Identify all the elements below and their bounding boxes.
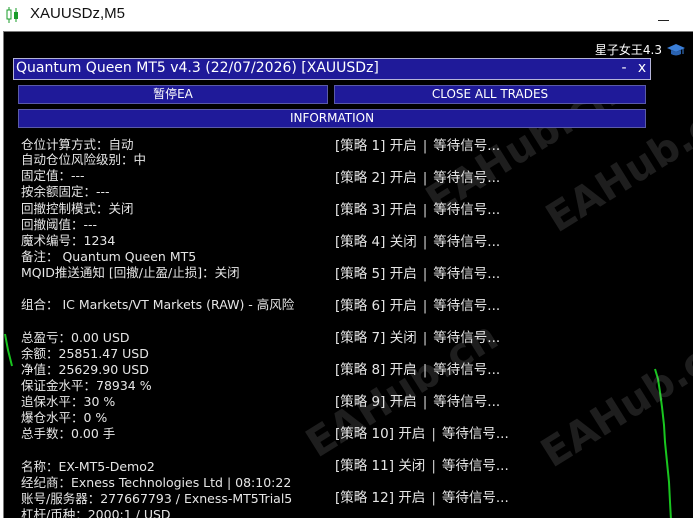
strategy-signal: 等待信号... — [441, 426, 509, 442]
strategy-name: [策略 5] — [335, 266, 386, 282]
price-line-left — [4, 333, 13, 367]
strategy-state: 开启 — [398, 426, 426, 442]
strategy-row: [策略 1] 开启 | 等待信号... — [335, 138, 501, 154]
strategy-name: [策略 2] — [335, 170, 386, 186]
price-line-right — [654, 368, 672, 518]
strategy-state: 开启 — [389, 202, 417, 218]
strategy-name: [策略 7] — [335, 330, 386, 346]
info-mqid-notify: MQID推送通知 [回撤/止盈/止损]：关闭 — [21, 265, 240, 280]
strategy-row: [策略 11] 关闭 | 等待信号... — [335, 458, 509, 474]
strategy-state: 开启 — [389, 394, 417, 410]
strategy-name: [策略 12] — [335, 490, 395, 506]
strategy-signal: 等待信号... — [433, 298, 501, 314]
strategy-state: 开启 — [389, 298, 417, 314]
window-title: XAUUSDz,M5 — [30, 5, 126, 22]
pause-ea-button[interactable]: 暂停EA — [18, 85, 328, 104]
strategy-signal: 等待信号... — [441, 490, 509, 506]
strategy-name: [策略 3] — [335, 202, 386, 218]
panel-minimize-button[interactable]: - — [616, 60, 632, 76]
close-all-trades-button[interactable]: CLOSE ALL TRADES — [334, 85, 646, 104]
strategy-state: 关闭 — [398, 458, 426, 474]
strategy-signal: 等待信号... — [433, 330, 501, 346]
ea-panel-title: Quantum Queen MT5 v4.3 (22/07/2026) [XAU… — [16, 60, 379, 76]
strategy-state: 开启 — [389, 362, 417, 378]
window-titlebar: XAUUSDz,M5 — [0, 0, 693, 30]
panel-close-button[interactable]: x — [634, 60, 650, 76]
strategy-signal: 等待信号... — [433, 266, 501, 282]
strategy-row: [策略 7] 关闭 | 等待信号... — [335, 330, 501, 346]
strategy-state: 开启 — [398, 490, 426, 506]
window-minimize-button[interactable] — [657, 5, 671, 23]
strategy-row: [策略 3] 开启 | 等待信号... — [335, 202, 501, 218]
strategy-name: [策略 10] — [335, 426, 395, 442]
strategy-state: 开启 — [389, 170, 417, 186]
strategy-state: 关闭 — [389, 330, 417, 346]
strategy-name: [策略 4] — [335, 234, 386, 250]
information-button[interactable]: INFORMATION — [18, 109, 646, 128]
strategy-name: [策略 11] — [335, 458, 395, 474]
strategy-signal: 等待信号... — [433, 234, 501, 250]
strategy-signal: 等待信号... — [433, 394, 501, 410]
strategy-row: [策略 12] 开启 | 等待信号... — [335, 490, 509, 506]
info-leverage-currency: 杠杆/币种：2000:1 / USD — [21, 507, 171, 518]
ea-panel-header[interactable]: Quantum Queen MT5 v4.3 (22/07/2026) [XAU… — [13, 58, 651, 80]
strategy-signal: 等待信号... — [433, 202, 501, 218]
strategy-state: 开启 — [389, 138, 417, 154]
candlestick-app-icon — [6, 7, 18, 23]
brand-text: 星子女王4.3 — [594, 43, 662, 57]
strategy-name: [策略 1] — [335, 138, 386, 154]
graduation-cap-icon — [667, 43, 685, 55]
chart-area[interactable]: EAHub.cn EAHub.cn EAHub.cn EAHub.cn 星子女王… — [3, 31, 693, 518]
strategy-row: [策略 9] 开启 | 等待信号... — [335, 394, 501, 410]
brand-label: 星子女王4.3 — [595, 41, 686, 58]
strategy-row: [策略 4] 关闭 | 等待信号... — [335, 234, 501, 250]
info-combination: 组合： IC Markets/VT Markets (RAW) - 高风险 — [21, 297, 295, 312]
strategy-state: 开启 — [389, 266, 417, 282]
strategy-name: [策略 6] — [335, 298, 386, 314]
strategy-row: [策略 8] 开启 | 等待信号... — [335, 362, 501, 378]
strategy-state: 关闭 — [389, 234, 417, 250]
strategy-row: [策略 10] 开启 | 等待信号... — [335, 426, 509, 442]
strategy-name: [策略 8] — [335, 362, 386, 378]
strategy-row: [策略 2] 开启 | 等待信号... — [335, 170, 501, 186]
strategy-signal: 等待信号... — [433, 138, 501, 154]
strategy-signal: 等待信号... — [433, 362, 501, 378]
strategy-name: [策略 9] — [335, 394, 386, 410]
info-total-lots: 总手数：0.00 手 — [21, 426, 116, 441]
strategy-signal: 等待信号... — [441, 458, 509, 474]
strategy-row: [策略 6] 开启 | 等待信号... — [335, 298, 501, 314]
strategy-signal: 等待信号... — [433, 170, 501, 186]
strategy-row: [策略 5] 开启 | 等待信号... — [335, 266, 501, 282]
